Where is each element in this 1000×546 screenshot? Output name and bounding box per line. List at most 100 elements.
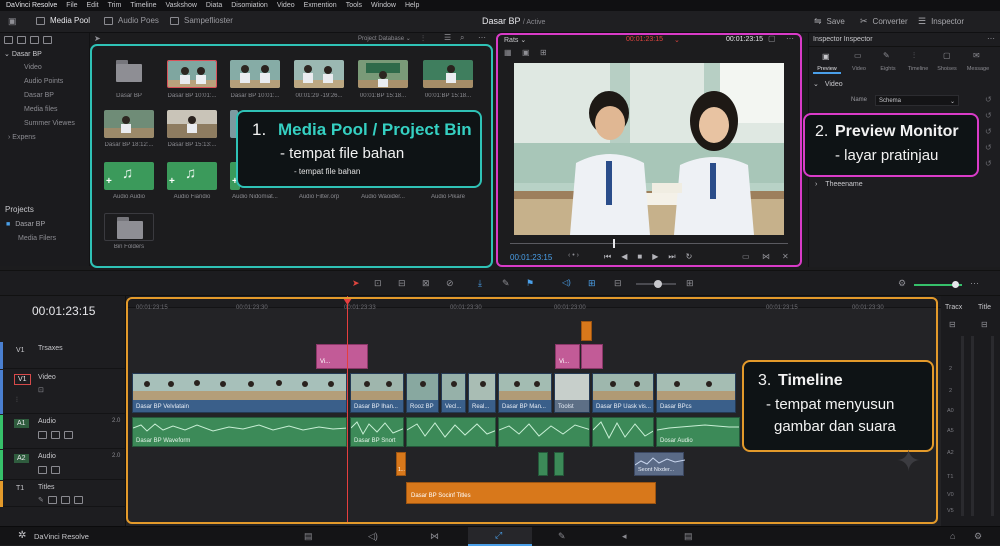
volume-handle[interactable] [952, 281, 959, 288]
audio-clip-thumbnail[interactable]: + ♫ [104, 162, 154, 190]
home-icon[interactable]: ⌂ [950, 531, 955, 541]
name-field[interactable]: Schema ⌄ [875, 95, 959, 106]
disable-icon[interactable]: ⊘ [446, 278, 454, 289]
fullscreen-icon[interactable]: ▭ [742, 252, 750, 261]
audio-wave-icon[interactable]: ⫶ [422, 34, 424, 44]
reset-icon[interactable]: ↺ [985, 143, 992, 152]
menu-item[interactable]: Video [277, 2, 295, 9]
blade-tool-icon[interactable]: ⊠ [422, 278, 430, 289]
list-icon[interactable]: ☰ [444, 33, 451, 42]
app-menu[interactable]: DaVinci Resolve [6, 2, 57, 9]
converter-button[interactable]: ✂ Converter [860, 16, 908, 27]
zoom-handle[interactable] [654, 280, 662, 288]
clip-thumbnail[interactable] [104, 110, 154, 138]
fairlight-page-icon[interactable]: ◂ [622, 531, 627, 542]
video-tab-icon[interactable]: ▭ [854, 51, 862, 60]
solo-icon[interactable] [51, 431, 60, 439]
list-view-icon[interactable] [4, 36, 13, 44]
reset-icon[interactable]: ↺ [985, 95, 992, 104]
mute-icon[interactable] [64, 431, 73, 439]
meter-link-icon[interactable]: ⊟ [981, 320, 988, 329]
sidebar-item-media-files[interactable]: Media files [24, 106, 57, 113]
dynamic-trim-icon[interactable]: ⊟ [398, 278, 406, 289]
lock-track-icon[interactable] [47, 496, 57, 504]
skip-forward-icon[interactable]: ⏭ [668, 252, 675, 262]
message-tab-icon[interactable]: ✉ [973, 51, 980, 60]
inspector-button[interactable]: ☰ Inspector [918, 16, 964, 27]
bin-folder-icon[interactable] [104, 213, 154, 241]
track-id[interactable]: A2 [14, 454, 29, 463]
viewer-layout-icon[interactable]: ▢ [768, 34, 776, 43]
sidebar-item-dasar-bp[interactable]: Dasar BP [24, 92, 54, 99]
solo-icon[interactable] [51, 466, 60, 474]
track-id[interactable]: V1 [14, 374, 31, 385]
pen-icon[interactable]: ✎ [38, 496, 44, 504]
waveform-icon[interactable]: ⫶ [16, 397, 18, 405]
tab-audio[interactable]: Audio Poes [104, 16, 159, 25]
clip-thumbnail[interactable] [167, 110, 217, 138]
sidebar-item-summer-viewes[interactable]: Summer Viewes [24, 120, 75, 127]
menu-item[interactable]: Tools [346, 2, 362, 9]
sidebar-item-expens[interactable]: › Expens [8, 134, 36, 141]
reset-icon[interactable]: ↺ [985, 127, 992, 136]
grid-view-icon[interactable] [17, 36, 26, 44]
meter-link-icon[interactable]: ⊟ [949, 320, 956, 329]
viewer-scrubber[interactable] [510, 243, 788, 244]
timeline-tab-icon[interactable]: ⫶ [913, 51, 915, 61]
sidebar-project-dasar-bp[interactable]: ■ Dasar BP [6, 221, 45, 228]
section-theme[interactable]: › Theeename [815, 181, 863, 188]
lock-track-icon[interactable]: ⊡ [38, 386, 44, 394]
menu-item[interactable]: Exmention [304, 2, 337, 9]
shoises-tab-icon[interactable]: ▢ [943, 51, 951, 60]
menu-item[interactable]: Edit [87, 2, 99, 9]
viewer-dropdown[interactable]: Rats ⌄ [504, 36, 526, 44]
search-icon[interactable]: ⌕ [460, 33, 464, 43]
section-video[interactable]: ⌄ Video [813, 80, 843, 88]
grid-icon[interactable]: ▦ [504, 48, 512, 57]
step-back-icon[interactable]: ◀ [621, 252, 627, 262]
menu-item[interactable]: Timeline [130, 2, 156, 9]
reset-icon[interactable]: ↺ [985, 111, 992, 120]
menu-item[interactable]: Vaskshow [166, 2, 197, 9]
deliver-page-icon[interactable]: ▤ [684, 531, 693, 542]
audio-link-icon[interactable]: ◁) [562, 278, 571, 287]
close-icon[interactable]: ✕ [782, 252, 789, 261]
solo-icon[interactable] [60, 496, 70, 504]
reset-icon[interactable]: ↺ [985, 159, 992, 168]
menu-item[interactable]: Trim [108, 2, 122, 9]
sidebar-item-video[interactable]: Video [24, 64, 42, 71]
sort-icon[interactable] [30, 36, 39, 44]
loop-icon[interactable]: ↻ [686, 252, 693, 262]
trash-icon[interactable] [73, 496, 83, 504]
clip-thumbnail[interactable] [294, 60, 344, 88]
settings-icon[interactable]: ⚙ [898, 278, 906, 289]
mark-icon[interactable]: ⋈ [762, 252, 770, 261]
flag-icon[interactable]: ⚑ [526, 278, 534, 289]
lock-track-icon[interactable] [38, 431, 47, 439]
zoom-fit-icon[interactable]: ⊞ [686, 278, 694, 289]
snap-icon[interactable]: ⤓ [478, 278, 482, 289]
panel-layout-icon[interactable]: ▣ [8, 16, 17, 27]
project-database-dropdown[interactable]: Project Database ⌄ [358, 35, 411, 42]
settings-icon[interactable]: ⚙ [974, 531, 982, 542]
more-icon[interactable]: ⋯ [478, 33, 486, 42]
menu-item[interactable]: File [66, 2, 77, 9]
marker-icon[interactable]: ⊟ [614, 278, 622, 289]
sidebar-item-audio-points[interactable]: Audio Points [24, 78, 63, 85]
menu-item[interactable]: Window [371, 2, 396, 9]
pen-icon[interactable]: ✎ [502, 278, 510, 289]
media-page-icon[interactable]: ▤ [304, 531, 313, 542]
folder-icon[interactable] [104, 57, 154, 85]
more-icon[interactable]: ⋯ [970, 278, 979, 289]
edit-page-icon[interactable]: ⋈ [430, 531, 439, 542]
select-tool-icon[interactable]: ➤ [352, 278, 360, 289]
clip-thumbnail[interactable] [423, 60, 473, 88]
scope-icon[interactable]: ⊞ [540, 48, 547, 57]
filter-icon[interactable] [43, 36, 52, 44]
color-page-icon[interactable]: ✎ [558, 531, 566, 542]
chevron-down-icon[interactable]: ⌄ [674, 36, 680, 44]
menu-item[interactable]: Diata [206, 2, 222, 9]
trim-tool-icon[interactable]: ⊡ [374, 278, 382, 289]
tab-media-pool[interactable]: Media Pool [36, 16, 90, 25]
stop-icon[interactable]: ■ [637, 252, 642, 262]
